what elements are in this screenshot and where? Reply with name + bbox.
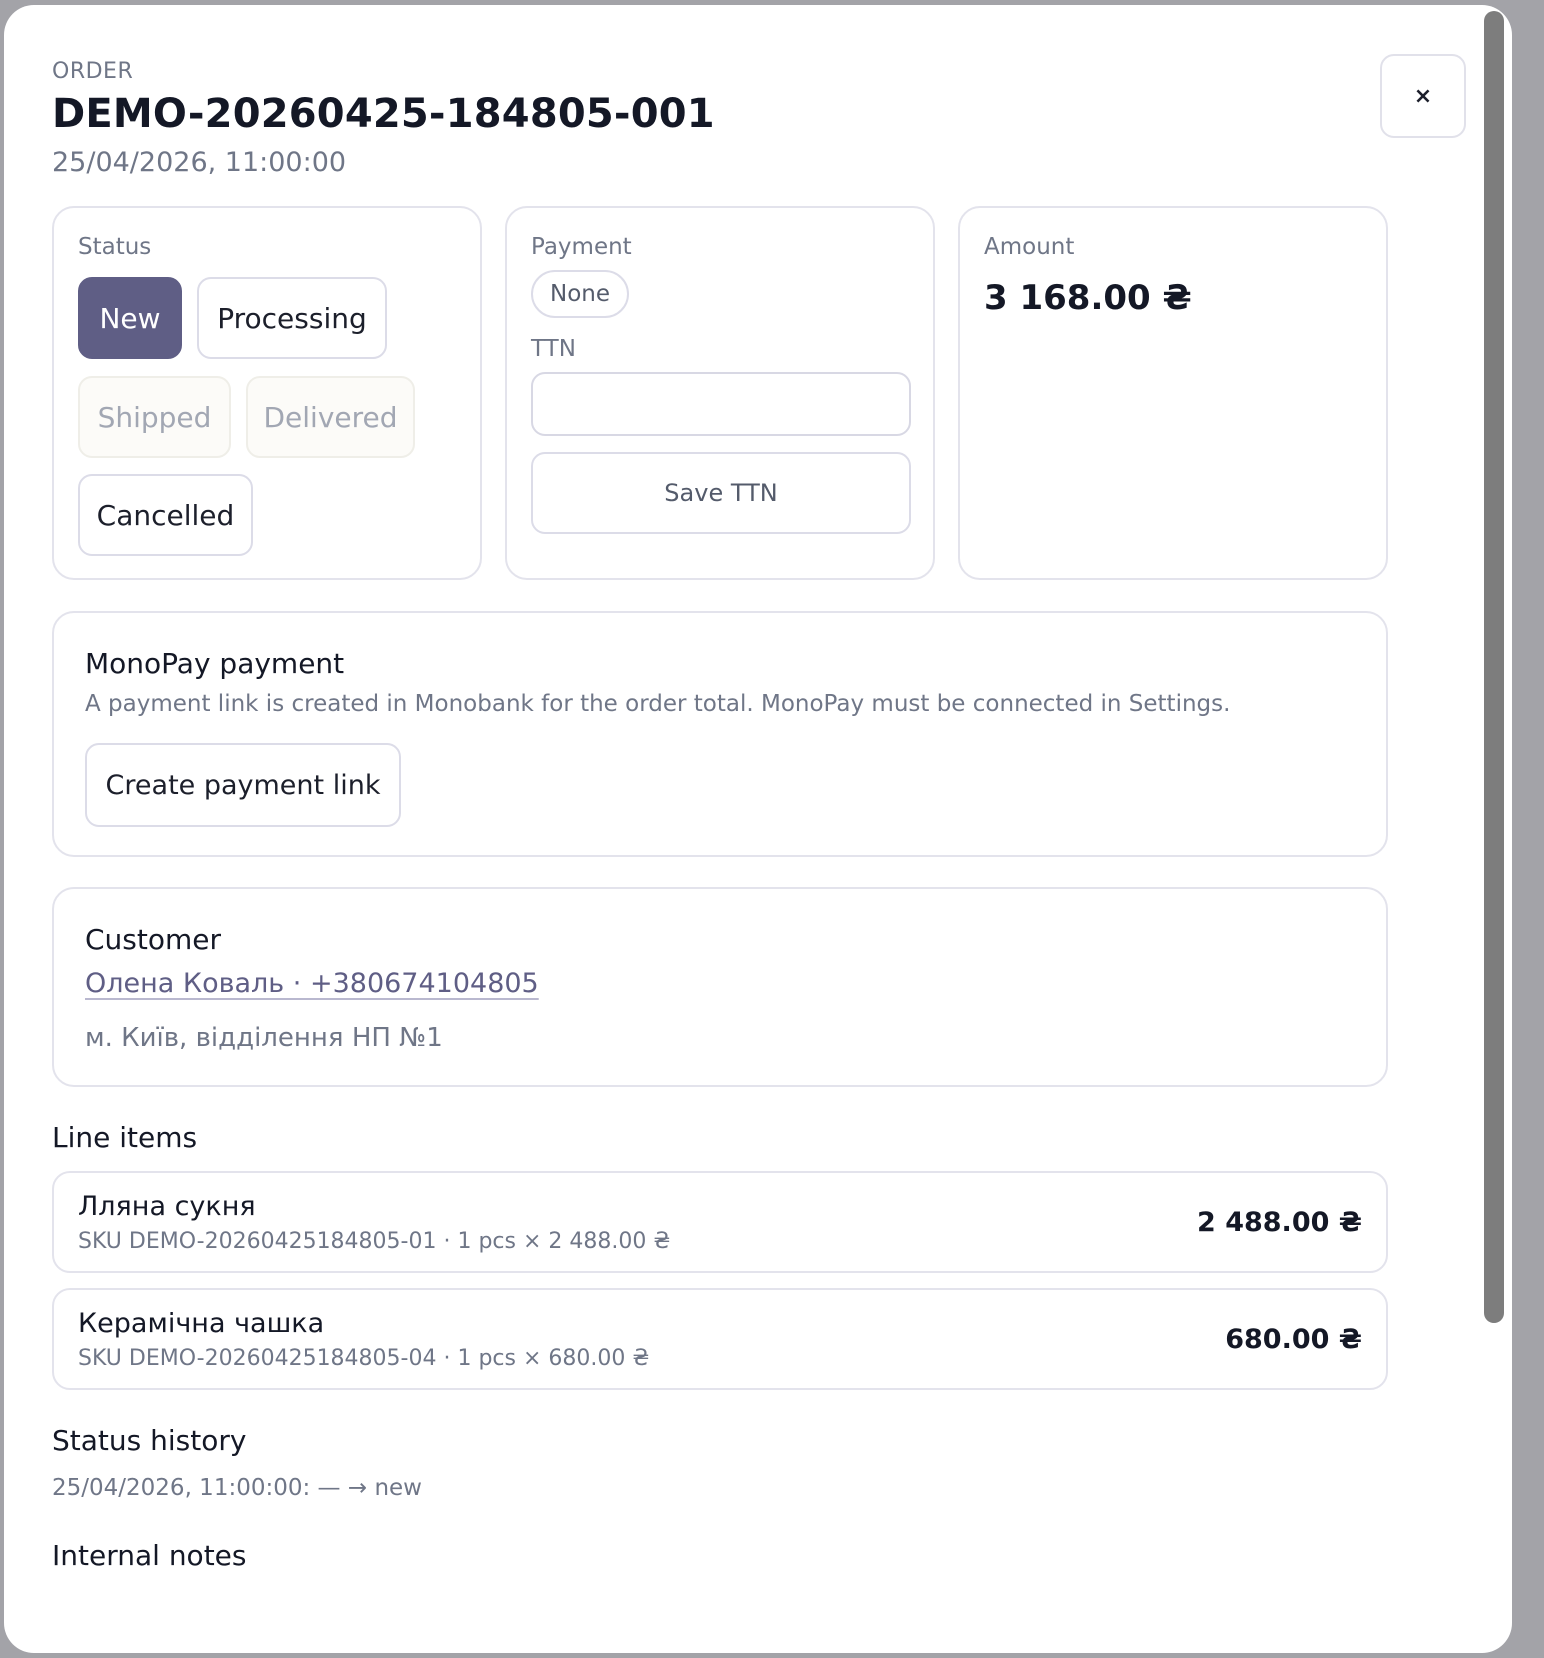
status-card: Status New Processing Shipped Delivered … [52,206,482,580]
amount-label: Amount [984,234,1075,260]
order-date: 25/04/2026, 11:00:00 [52,147,347,178]
line-item-name: Лляна сукня [78,1191,256,1222]
customer-name-phone-link[interactable]: Олена Коваль · +380674104805 [85,968,539,999]
customer-address: м. Київ, відділення НП №1 [85,1023,443,1053]
monopay-title: MonoPay payment [85,647,345,680]
status-history-entry: 25/04/2026, 11:00:00: — → new [52,1475,422,1501]
close-button[interactable]: × [1380,54,1466,138]
modal-scrollbar-thumb[interactable] [1484,11,1504,1323]
create-payment-link-button[interactable]: Create payment link [85,743,401,827]
close-icon: × [1413,83,1433,109]
status-option-delivered: Delivered [246,376,415,458]
ttn-input[interactable] [531,372,911,436]
customer-card: Customer Олена Коваль · +380674104805 м.… [52,887,1388,1087]
line-item-meta: SKU DEMO-20260425184805-01 · 1 pcs × 2 4… [78,1229,671,1254]
status-option-processing[interactable]: Processing [197,277,387,359]
line-items-title: Line items [52,1121,198,1154]
internal-notes-title: Internal notes [52,1539,247,1572]
order-eyebrow: ORDER [52,59,134,84]
line-item: Керамічна чашка SKU DEMO-20260425184805-… [52,1288,1388,1390]
monopay-description: A payment link is created in Monobank fo… [85,691,1231,717]
line-item-total: 680.00 ₴ [1225,1324,1362,1355]
line-item-meta: SKU DEMO-20260425184805-04 · 1 pcs × 680… [78,1346,650,1371]
save-ttn-button[interactable]: Save TTN [531,452,911,534]
status-label: Status [78,234,152,260]
order-id-title: DEMO-20260425-184805-001 [52,91,715,137]
monopay-card: MonoPay payment A payment link is create… [52,611,1388,857]
status-option-shipped: Shipped [78,376,231,458]
payment-label: Payment [531,234,632,260]
line-item-total: 2 488.00 ₴ [1197,1207,1362,1238]
order-modal: ORDER DEMO-20260425-184805-001 25/04/202… [4,5,1512,1653]
line-item: Лляна сукня SKU DEMO-20260425184805-01 ·… [52,1171,1388,1273]
amount-value: 3 168.00 ₴ [984,278,1192,318]
customer-title: Customer [85,923,222,956]
line-item-name: Керамічна чашка [78,1308,325,1339]
payment-status-badge: None [531,270,629,318]
status-option-cancelled[interactable]: Cancelled [78,474,253,556]
status-option-new[interactable]: New [78,277,182,359]
ttn-label: TTN [531,336,576,362]
payment-card: Payment None TTN Save TTN [505,206,935,580]
amount-card: Amount 3 168.00 ₴ [958,206,1388,580]
status-history-title: Status history [52,1424,247,1457]
